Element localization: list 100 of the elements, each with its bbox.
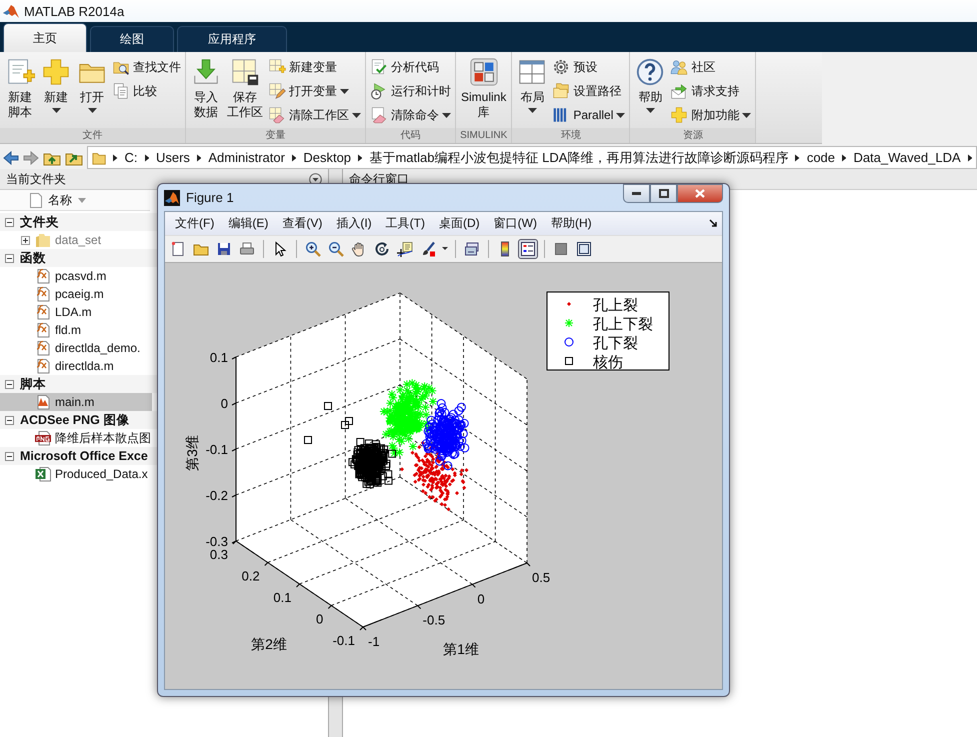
ribbon-button[interactable]: 布局 xyxy=(514,55,550,115)
ribbon-button[interactable]: 打开 xyxy=(74,55,110,115)
ribbon-button[interactable]: Parallel xyxy=(550,104,628,126)
new-document-icon[interactable] xyxy=(170,241,186,257)
menu-item[interactable]: 文件(F) xyxy=(169,215,220,232)
file-row[interactable]: 降维后样本散点图 xyxy=(0,429,152,447)
maximize-icon xyxy=(658,189,668,198)
tick-label: 0.1 xyxy=(273,590,292,605)
breadcrumb[interactable]: code xyxy=(806,150,836,165)
menu-item[interactable]: 帮助(H) xyxy=(544,215,598,232)
back-arrow-icon[interactable] xyxy=(3,150,19,164)
group-label: SIMULINK xyxy=(456,128,512,143)
path-field[interactable]: C: Users Administrator Desktop 基于matlab编程小波包提特征 LDA降维，再用算法进行故障诊断源码程序 code Data_Waved_LDA xyxy=(87,146,977,169)
file-row[interactable]: LDA.m xyxy=(0,303,152,321)
file-row[interactable]: directlda.m xyxy=(0,357,152,375)
collapse-icon[interactable] xyxy=(5,254,14,262)
collapse-icon[interactable] xyxy=(5,452,14,460)
menu-item[interactable]: 桌面(D) xyxy=(432,215,486,232)
file-row[interactable]: Produced_Data.x xyxy=(0,465,152,483)
eraser-icon xyxy=(370,106,388,124)
link-icon[interactable] xyxy=(464,241,480,257)
file-name: data_set xyxy=(55,233,102,247)
collapse-icon[interactable] xyxy=(5,416,14,424)
dock-arrow-icon[interactable] xyxy=(709,219,718,228)
tab[interactable]: 主页 xyxy=(3,23,87,52)
ribbon-button[interactable]: 查找文件 xyxy=(110,56,183,78)
breadcrumb[interactable]: C: xyxy=(124,150,138,165)
maximize-button[interactable] xyxy=(650,184,677,203)
menu-item[interactable]: 工具(T) xyxy=(380,215,431,232)
breadcrumb[interactable]: Desktop xyxy=(303,150,352,165)
ribbon-button[interactable]: 保存 工作区 xyxy=(224,55,266,122)
menu-item[interactable]: 窗口(W) xyxy=(488,215,543,232)
zoom-in-icon[interactable] xyxy=(305,241,321,257)
function-file-icon xyxy=(35,322,51,338)
ribbon-button[interactable]: 请求支持 xyxy=(668,80,754,102)
breadcrumb[interactable]: Data_Waved_LDA xyxy=(853,150,961,165)
column-header[interactable]: 名称 xyxy=(0,190,150,211)
square-icon[interactable] xyxy=(553,241,569,257)
file-row[interactable]: data_set xyxy=(0,231,152,249)
ribbon-button[interactable]: 新建变量 xyxy=(266,56,363,78)
ribbon-button[interactable]: 清除工作区 xyxy=(266,104,363,126)
function-file-icon xyxy=(35,304,51,320)
expand-icon[interactable] xyxy=(21,236,30,244)
file-row[interactable]: pcaeig.m xyxy=(0,285,152,303)
file-row[interactable]: main.m xyxy=(0,393,152,411)
breadcrumb[interactable]: Users xyxy=(156,150,190,165)
close-button[interactable] xyxy=(677,184,723,203)
legend-toggle-button[interactable] xyxy=(518,239,538,259)
window-icon[interactable] xyxy=(576,241,592,257)
figure-title: Figure 1 xyxy=(186,190,234,205)
menu-item[interactable]: 编辑(E) xyxy=(222,215,274,232)
tab[interactable]: 绘图 xyxy=(90,26,174,52)
printer-icon[interactable] xyxy=(239,241,255,257)
ribbon-button[interactable]: 运行和计时 xyxy=(368,80,453,102)
folder-icon xyxy=(35,232,51,248)
axis-label: 第3维 xyxy=(184,435,200,471)
tick-label: 0.3 xyxy=(210,547,228,562)
collapse-icon[interactable] xyxy=(5,218,14,226)
minimize-button[interactable] xyxy=(623,184,650,203)
menu-item[interactable]: 插入(I) xyxy=(330,215,378,232)
chevron-icon xyxy=(144,154,149,162)
ribbon-button[interactable]: 清除命令 xyxy=(368,104,453,126)
ribbon-button[interactable]: 新建 xyxy=(38,55,74,115)
ribbon-button[interactable]: 新建 脚本 xyxy=(2,55,38,122)
file-row[interactable]: fld.m xyxy=(0,321,152,339)
grid-disk-icon xyxy=(230,57,260,87)
tick-label: -0.5 xyxy=(422,612,446,628)
zoom-out-icon[interactable] xyxy=(328,241,344,257)
ribbon-button[interactable]: 帮助 xyxy=(632,55,668,115)
collapse-icon[interactable] xyxy=(5,380,14,388)
tab[interactable]: 应用程序 xyxy=(177,26,287,52)
ribbon-button[interactable]: 设置路径 xyxy=(550,80,628,102)
breadcrumb[interactable]: 基于matlab编程小波包提特征 LDA降维，再用算法进行故障诊断源码程序 xyxy=(369,148,788,166)
file-row[interactable]: pcasvd.m xyxy=(0,267,152,285)
tick-label: -0.1 xyxy=(206,442,228,457)
brush-icon[interactable] xyxy=(420,241,436,257)
ribbon-button[interactable]: 比较 xyxy=(110,80,183,102)
ribbon-button[interactable]: Simulink 库 xyxy=(458,55,510,122)
column-title: 名称 xyxy=(48,192,72,208)
spreadsheet-file-icon xyxy=(35,466,51,482)
data-cursor-icon[interactable] xyxy=(397,241,413,257)
chevron-icon xyxy=(113,154,118,162)
ribbon-button[interactable]: 预设 xyxy=(550,56,628,78)
file-name: Produced_Data.x xyxy=(55,467,148,481)
legend-label: 孔下裂 xyxy=(593,335,638,352)
breadcrumb[interactable]: Administrator xyxy=(208,150,285,165)
chevron-icon xyxy=(292,154,296,162)
forward-arrow-icon[interactable] xyxy=(23,150,39,164)
menu-item[interactable]: 查看(V) xyxy=(276,215,328,232)
play-clock-icon xyxy=(370,82,388,100)
sort-caret-icon xyxy=(78,198,86,202)
ribbon-button[interactable]: 附加功能 xyxy=(668,104,754,126)
file-row[interactable]: directlda_demo. xyxy=(0,339,152,357)
ribbon-button[interactable]: 打开变量 xyxy=(266,80,363,102)
ribbon-button[interactable]: 导入 数据 xyxy=(188,55,224,122)
legend-label: 孔上裂 xyxy=(593,297,638,314)
ribbon-button[interactable]: 分析代码 xyxy=(368,56,453,78)
rotate-icon[interactable] xyxy=(374,241,390,257)
file-name: pcaeig.m xyxy=(55,287,104,301)
ribbon-button[interactable]: 社区 xyxy=(668,56,754,78)
